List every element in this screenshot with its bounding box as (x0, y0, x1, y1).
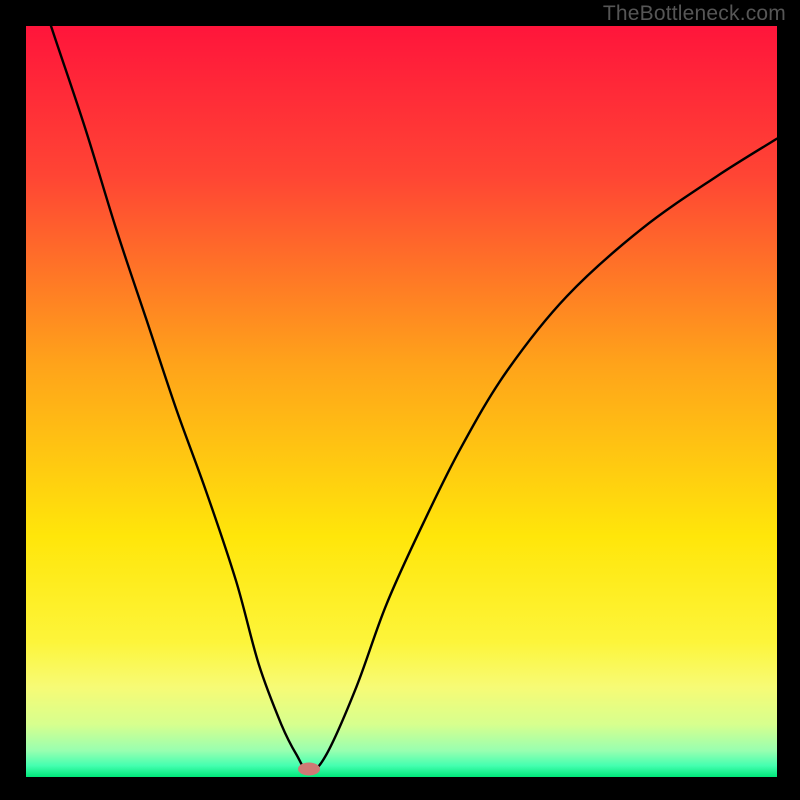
watermark-text: TheBottleneck.com (603, 2, 786, 26)
curve-layer (26, 26, 777, 777)
balance-marker (298, 763, 320, 776)
plot-area (26, 26, 777, 777)
bottleneck-curve (26, 26, 777, 772)
chart-frame: TheBottleneck.com (0, 0, 800, 800)
